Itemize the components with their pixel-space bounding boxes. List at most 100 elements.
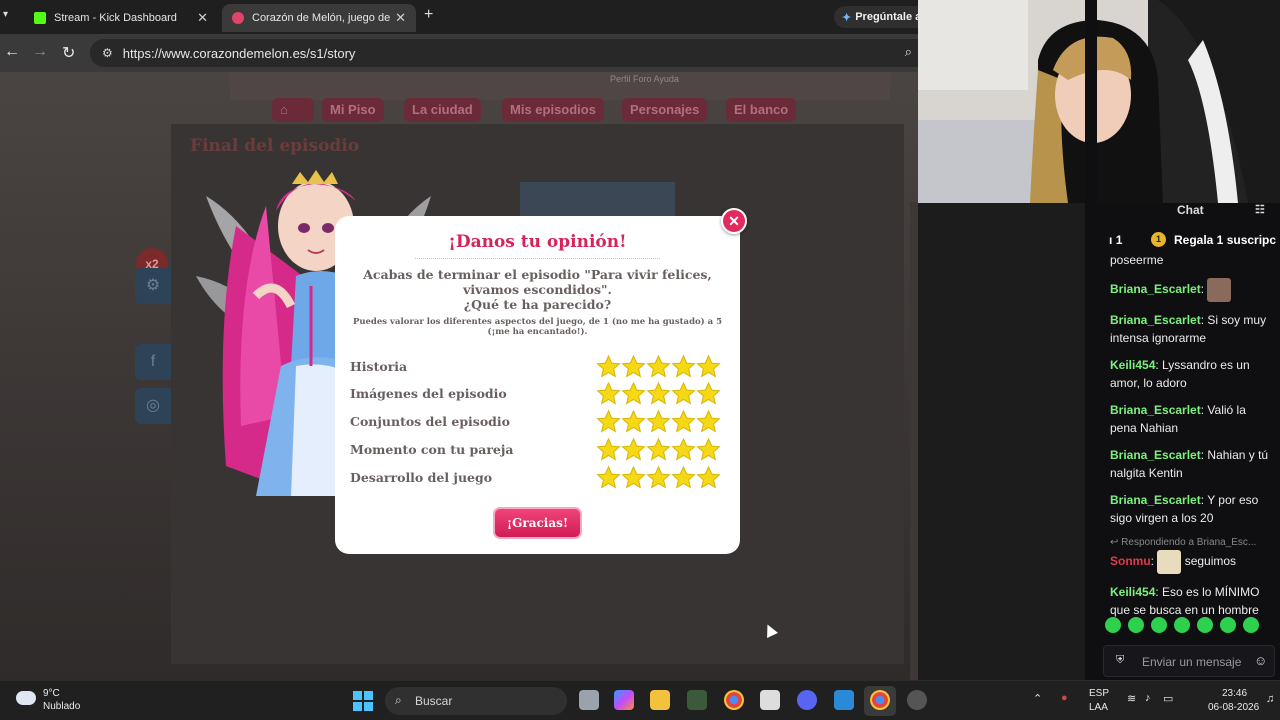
emoji-picker-icon[interactable]: ☺ [1254, 653, 1267, 668]
emote-icon[interactable] [1174, 617, 1190, 633]
reload-icon[interactable]: ↻ [62, 43, 75, 63]
star-icon[interactable] [621, 381, 646, 406]
weather-description[interactable]: Nublado [43, 701, 80, 712]
star-icon[interactable] [696, 354, 721, 379]
star-rating[interactable] [596, 437, 721, 462]
star-icon[interactable] [621, 437, 646, 462]
copilot-icon[interactable] [614, 690, 634, 710]
back-arrow-icon[interactable]: ← [4, 43, 20, 61]
new-tab-plus-icon[interactable]: + [424, 6, 433, 24]
star-icon[interactable] [646, 409, 671, 434]
tab-list-chevron-icon[interactable]: ▾ [3, 9, 8, 20]
emote-icon[interactable] [1128, 617, 1144, 633]
capcut-icon[interactable] [760, 690, 780, 710]
star-icon[interactable] [596, 409, 621, 434]
star-rating[interactable] [596, 381, 721, 406]
task-view-icon[interactable] [579, 690, 599, 710]
cloud-icon[interactable] [16, 691, 36, 705]
chrome-icon[interactable] [724, 690, 744, 710]
nav-mi-piso[interactable]: Mi Piso [322, 98, 384, 122]
star-icon[interactable] [646, 354, 671, 379]
nav-el-banco[interactable]: El banco [726, 98, 797, 122]
notification-bell-icon[interactable]: ♫ [1266, 693, 1274, 705]
tab-close-icon[interactable]: ✕ [395, 10, 406, 26]
battery-icon[interactable]: ▭ [1163, 692, 1173, 705]
star-icon[interactable] [646, 465, 671, 490]
settings-gear-icon[interactable]: ⚙ [135, 268, 171, 304]
shield-icon[interactable]: ⛨ [1116, 654, 1124, 667]
tab-corazon-de-melon[interactable]: Corazón de Melón, juego de ar ✕ [222, 4, 416, 32]
star-icon[interactable] [596, 437, 621, 462]
account-links[interactable]: Perfil Foro Ayuda [610, 74, 679, 84]
chat-username[interactable]: Briana_Escarlet [1110, 282, 1201, 296]
star-icon[interactable] [596, 381, 621, 406]
star-icon[interactable] [696, 381, 721, 406]
league-of-legends-icon[interactable] [687, 690, 707, 710]
microphone-icon[interactable]: ● [1061, 692, 1068, 704]
chat-username[interactable]: Briana_Escarlet [1110, 313, 1201, 327]
obs-icon[interactable] [907, 690, 927, 710]
star-rating[interactable] [596, 354, 721, 379]
microsoft-store-icon[interactable] [834, 690, 854, 710]
star-icon[interactable] [671, 465, 696, 490]
emote-icon[interactable] [1105, 617, 1121, 633]
nav-la-ciudad[interactable]: La ciudad [404, 98, 481, 122]
close-icon[interactable]: ✕ [721, 208, 747, 234]
chrome-profile-icon[interactable] [870, 690, 890, 710]
chat-username[interactable]: Sonmu [1110, 554, 1151, 568]
input-language[interactable]: ESP [1089, 688, 1109, 699]
chat-username[interactable]: Briana_Escarlet [1110, 403, 1201, 417]
star-icon[interactable] [621, 465, 646, 490]
tab-close-icon[interactable]: ✕ [197, 10, 208, 26]
star-icon[interactable] [671, 409, 696, 434]
chat-username[interactable]: Briana_Escarlet [1110, 448, 1201, 462]
star-icon[interactable] [671, 381, 696, 406]
discord-icon[interactable] [797, 690, 817, 710]
nav-mis-episodios[interactable]: Mis episodios [502, 98, 604, 122]
site-settings-icon[interactable]: ⚙ [102, 46, 113, 60]
star-icon[interactable] [596, 354, 621, 379]
star-icon[interactable] [671, 354, 696, 379]
instagram-icon[interactable]: ◎ [135, 388, 171, 424]
chat-message-input[interactable]: ⛨ Enviar un mensaje ☺ [1103, 645, 1275, 677]
taskbar-search[interactable]: ⌕ Buscar [385, 687, 567, 715]
input-layout[interactable]: LAA [1089, 702, 1108, 713]
star-icon[interactable] [646, 381, 671, 406]
star-icon[interactable] [596, 465, 621, 490]
zoom-magnifier-icon[interactable]: ⌕ [905, 44, 912, 60]
star-icon[interactable] [696, 465, 721, 490]
star-rating[interactable] [596, 465, 721, 490]
emote-icon[interactable] [1220, 617, 1236, 633]
star-icon[interactable] [696, 409, 721, 434]
users-icon[interactable]: ☷ [1255, 203, 1265, 216]
emote-icon[interactable] [1197, 617, 1213, 633]
chat-username[interactable]: Briana_Escarlet [1110, 493, 1201, 507]
emote-icon[interactable] [1151, 617, 1167, 633]
star-icon[interactable] [671, 437, 696, 462]
chat-username[interactable]: Keili454 [1110, 358, 1155, 372]
star-icon[interactable] [646, 437, 671, 462]
url-field[interactable]: ⚙ https://www.corazondemelon.es/s1/story… [90, 39, 918, 67]
tray-overflow-chevron-icon[interactable]: ⌃ [1033, 692, 1042, 705]
volume-icon[interactable]: ♪ [1145, 692, 1151, 704]
emote-icon[interactable] [1243, 617, 1259, 633]
facebook-icon[interactable]: f [135, 344, 171, 380]
star-icon[interactable] [621, 354, 646, 379]
start-button[interactable] [353, 691, 373, 711]
reply-reference[interactable]: ↩ Respondiendo a Briana_Esc... [1110, 536, 1275, 550]
file-explorer-icon[interactable] [650, 690, 670, 710]
star-icon[interactable] [621, 409, 646, 434]
chat-username[interactable]: Keili454 [1110, 585, 1155, 599]
tab-kick-dashboard[interactable]: Stream - Kick Dashboard ✕ [24, 4, 218, 32]
nav-personajes[interactable]: Personajes [622, 98, 708, 122]
clock-time[interactable]: 23:46 [1222, 688, 1247, 699]
clock-date[interactable]: 06-08-2026 [1208, 702, 1259, 713]
star-rating[interactable] [596, 409, 721, 434]
wifi-icon[interactable]: ≋ [1127, 692, 1136, 705]
star-icon[interactable] [696, 437, 721, 462]
nav-home-button[interactable]: ⌂ [272, 98, 314, 122]
submit-thanks-button[interactable]: ¡Gracias! [493, 507, 582, 539]
forward-arrow-icon[interactable]: → [32, 43, 48, 61]
weather-temperature[interactable]: 9°C [43, 688, 60, 699]
gift-sub-button[interactable]: Regala 1 suscripc [1174, 233, 1276, 247]
